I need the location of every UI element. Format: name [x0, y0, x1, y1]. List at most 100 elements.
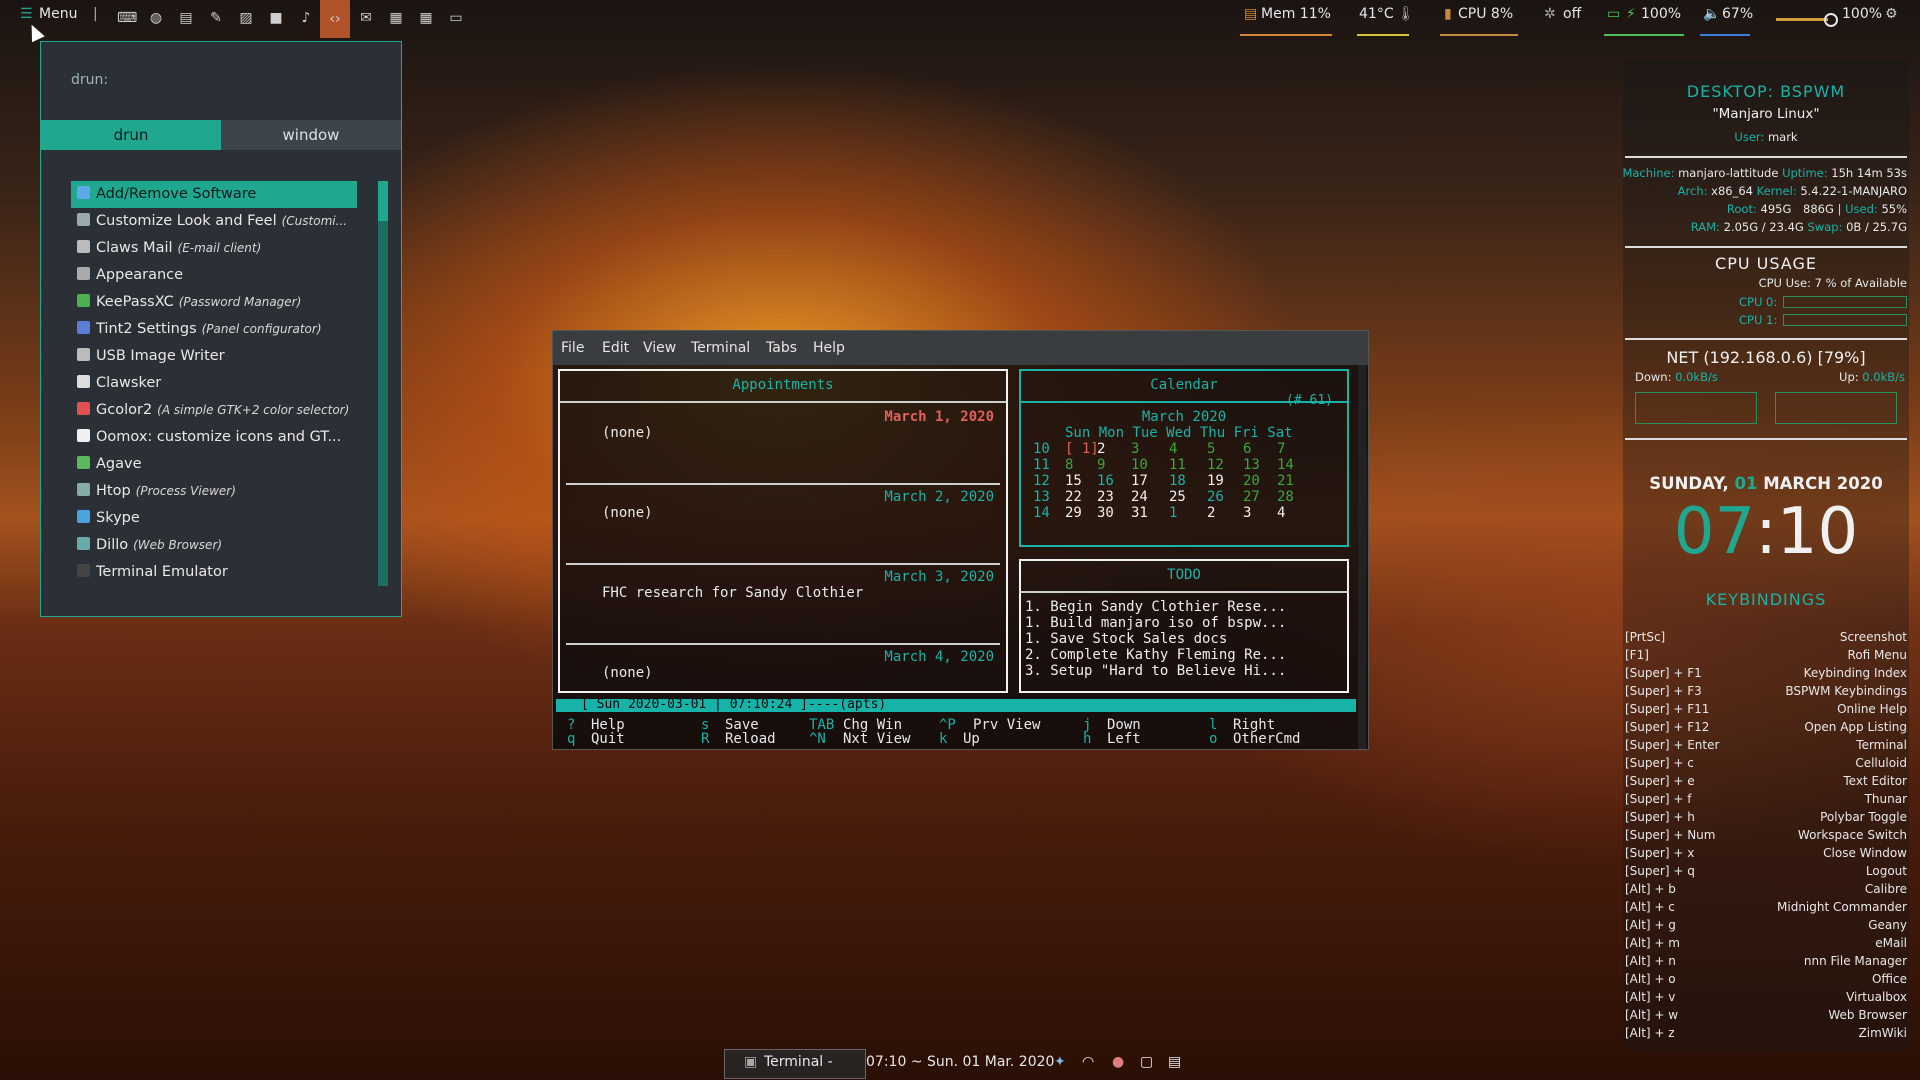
- calendar-day[interactable]: 7: [1277, 441, 1285, 457]
- calendar-day[interactable]: 19: [1207, 473, 1224, 489]
- calendar-day[interactable]: 25: [1169, 489, 1186, 505]
- app-item[interactable]: Tint2 Settings (Panel configurator): [71, 316, 357, 343]
- calendar-day[interactable]: 14: [1277, 457, 1294, 473]
- battery-indicator[interactable]: 100%: [1641, 6, 1681, 22]
- app-item[interactable]: Terminal Emulator: [71, 559, 357, 586]
- menu-edit[interactable]: Edit: [602, 340, 629, 356]
- menu-tabs[interactable]: Tabs: [766, 340, 797, 356]
- calendar-day[interactable]: 10: [1131, 457, 1148, 473]
- temp-indicator[interactable]: 41°C: [1359, 6, 1394, 22]
- keyboard-icon[interactable]: ⌨: [117, 9, 137, 27]
- calendar-day[interactable]: 22: [1065, 489, 1082, 505]
- calendar-day[interactable]: 21: [1277, 473, 1294, 489]
- calendar-day[interactable]: 13: [1243, 457, 1260, 473]
- calendar-day[interactable]: 3: [1243, 505, 1251, 521]
- app-item[interactable]: KeePassXC (Password Manager): [71, 289, 357, 316]
- cpu-indicator[interactable]: CPU 8%: [1458, 6, 1513, 22]
- calendar-day[interactable]: 16: [1097, 473, 1114, 489]
- volume-icon[interactable]: 🔈: [1703, 6, 1720, 22]
- app-item[interactable]: Htop (Process Viewer): [71, 478, 357, 505]
- calendar-day[interactable]: 2: [1097, 441, 1105, 457]
- calendar-day[interactable]: 17: [1131, 473, 1148, 489]
- tab-drun[interactable]: drun: [41, 120, 221, 150]
- settings-gear-icon[interactable]: ⚙: [1885, 6, 1898, 22]
- menu-button[interactable]: Menu: [39, 6, 77, 22]
- clipboard-icon[interactable]: ▤: [1168, 1054, 1181, 1070]
- app-item[interactable]: Skype: [71, 505, 357, 532]
- code-icon[interactable]: ‹›: [320, 0, 350, 38]
- mem-indicator[interactable]: Mem 11%: [1261, 6, 1331, 22]
- calendar-day[interactable]: 8: [1065, 457, 1073, 473]
- dropbox-icon[interactable]: ✦: [1054, 1054, 1066, 1070]
- calendar-day[interactable]: 26: [1207, 489, 1224, 505]
- edit-icon[interactable]: ✎: [207, 9, 225, 27]
- image-icon[interactable]: ▨: [237, 9, 255, 27]
- display-icon[interactable]: ▢: [1140, 1054, 1153, 1070]
- calendar-day[interactable]: 28: [1277, 489, 1294, 505]
- brightness-slider[interactable]: [1776, 18, 1828, 21]
- appointments-panel[interactable]: Appointments March 1, 2020 (none) March …: [558, 369, 1008, 693]
- terminal-window[interactable]: File Edit View Terminal Tabs Help Appoin…: [552, 330, 1369, 750]
- task-label[interactable]: Terminal -: [764, 1054, 833, 1070]
- calendar-day[interactable]: 30: [1097, 505, 1114, 521]
- calendar-day[interactable]: 5: [1207, 441, 1215, 457]
- app-item[interactable]: Clawsker: [71, 370, 357, 397]
- todo-item[interactable]: 1. Build manjaro iso of bspw...: [1025, 615, 1286, 631]
- app-item[interactable]: Claws Mail (E-mail client): [71, 235, 357, 262]
- menu-file[interactable]: File: [561, 340, 584, 356]
- calendar-panel[interactable]: Calendar (# 61) March 2020 Sun Mon Tue W…: [1019, 369, 1349, 547]
- appointment-item[interactable]: (none): [602, 665, 653, 681]
- rofi-scrollbar[interactable]: [378, 181, 388, 586]
- calendar-day[interactable]: 18: [1169, 473, 1186, 489]
- color-icon[interactable]: ●: [1112, 1054, 1124, 1070]
- calendar-day[interactable]: 23: [1097, 489, 1114, 505]
- file-icon[interactable]: ▤: [177, 9, 195, 27]
- calendar-day[interactable]: 24: [1131, 489, 1148, 505]
- calendar-day[interactable]: 4: [1169, 441, 1177, 457]
- calendar-day[interactable]: 29: [1065, 505, 1082, 521]
- app-item[interactable]: Dillo (Web Browser): [71, 532, 357, 559]
- app-item[interactable]: Oomox: customize icons and GT...: [71, 424, 357, 451]
- calendar-day[interactable]: 1: [1169, 505, 1177, 521]
- app-item[interactable]: Gcolor2 (A simple GTK+2 color selector): [71, 397, 357, 424]
- appointment-item[interactable]: (none): [602, 505, 653, 521]
- appointment-item[interactable]: FHC research for Sandy Clothier: [602, 585, 863, 601]
- menu-help[interactable]: Help: [813, 340, 845, 356]
- calendar-day[interactable]: 15: [1065, 473, 1082, 489]
- calendar-day[interactable]: 27: [1243, 489, 1260, 505]
- todo-item[interactable]: 1. Save Stock Sales docs: [1025, 631, 1286, 647]
- brightness-knob[interactable]: [1824, 13, 1838, 27]
- app-item[interactable]: Customize Look and Feel (Customi...: [71, 208, 357, 235]
- app-item[interactable]: USB Image Writer: [71, 343, 357, 370]
- globe-icon[interactable]: ◍: [147, 9, 165, 27]
- app-item[interactable]: Add/Remove Software: [71, 181, 357, 208]
- calendar-day[interactable]: 3: [1131, 441, 1139, 457]
- todo-item[interactable]: 2. Complete Kathy Fleming Re...: [1025, 647, 1286, 663]
- video-icon[interactable]: ■: [267, 9, 285, 27]
- calendar-day[interactable]: 6: [1243, 441, 1251, 457]
- rofi-prompt[interactable]: drun:: [71, 72, 108, 88]
- bottom-clock[interactable]: 07:10 ~ Sun. 01 Mar. 2020: [866, 1054, 1054, 1070]
- rofi-scroll-thumb[interactable]: [378, 181, 388, 221]
- terminal-scrollbar[interactable]: [1358, 365, 1366, 749]
- window-icon[interactable]: ▭: [447, 9, 465, 27]
- calendar-day[interactable]: 20: [1243, 473, 1260, 489]
- calendar-day[interactable]: 2: [1207, 505, 1215, 521]
- wifi-icon[interactable]: ◠: [1082, 1054, 1094, 1070]
- appointment-item[interactable]: (none): [602, 425, 653, 441]
- todo-panel[interactable]: TODO 1. Begin Sandy Clothier Rese... 1. B…: [1019, 559, 1349, 693]
- app-item[interactable]: Agave: [71, 451, 357, 478]
- volume-indicator[interactable]: 67%: [1722, 6, 1753, 22]
- fan-indicator[interactable]: off: [1563, 6, 1581, 22]
- grid-icon[interactable]: ▦: [417, 9, 435, 27]
- calendar-day[interactable]: 9: [1097, 457, 1105, 473]
- app-item[interactable]: Appearance: [71, 262, 357, 289]
- calendar-day[interactable]: 4: [1277, 505, 1285, 521]
- todo-item[interactable]: 3. Setup "Hard to Believe Hi...: [1025, 663, 1286, 679]
- calendar-day[interactable]: 11: [1169, 457, 1186, 473]
- tab-window[interactable]: window: [221, 120, 401, 150]
- calendar-day[interactable]: 31: [1131, 505, 1148, 521]
- menu-terminal[interactable]: Terminal: [691, 340, 750, 356]
- mail-icon[interactable]: ✉: [357, 9, 375, 27]
- todo-item[interactable]: 1. Begin Sandy Clothier Rese...: [1025, 599, 1286, 615]
